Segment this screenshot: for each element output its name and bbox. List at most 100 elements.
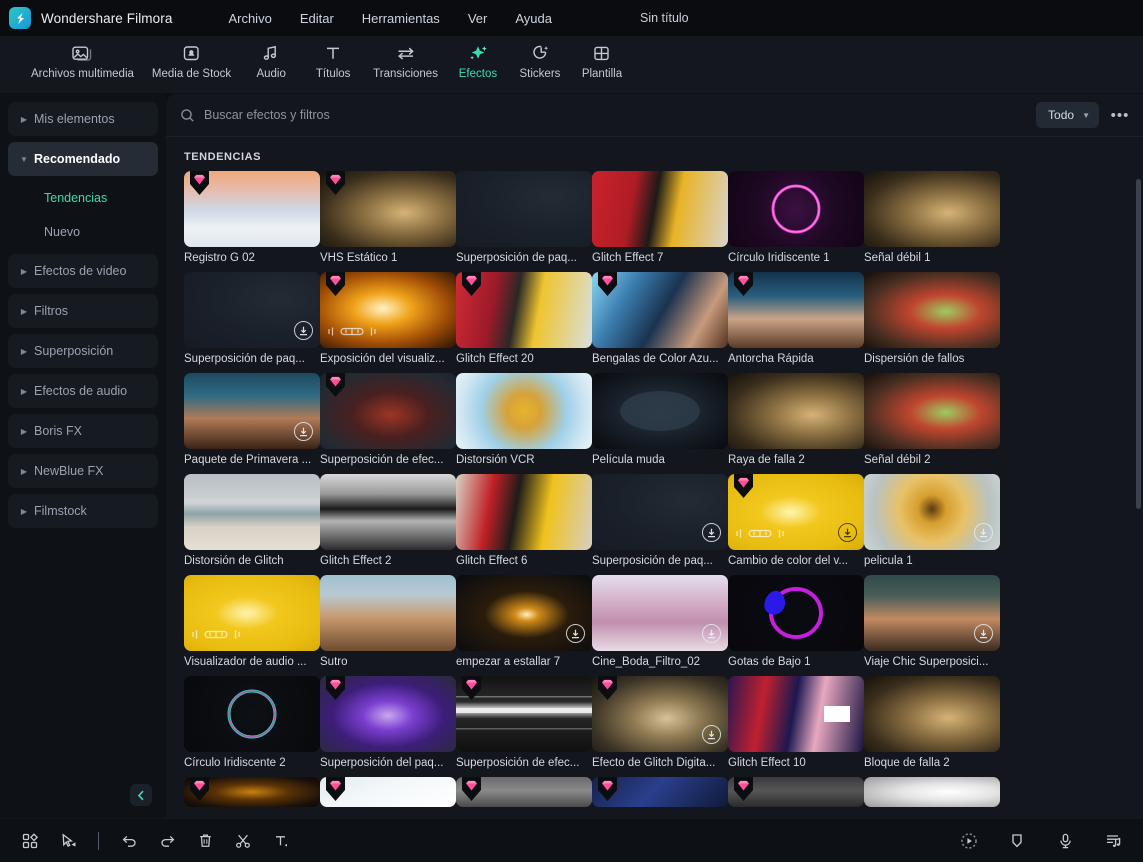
- effect-thumbnail[interactable]: [184, 373, 320, 449]
- effect-card[interactable]: Bloque de falla 2: [864, 676, 1000, 769]
- effect-thumbnail[interactable]: [184, 171, 320, 247]
- effect-card[interactable]: Película muda: [592, 373, 728, 466]
- effect-thumbnail[interactable]: [320, 171, 456, 247]
- effect-thumbnail[interactable]: [456, 171, 592, 247]
- effect-thumbnail[interactable]: [728, 272, 864, 348]
- sidebar-collapse-button[interactable]: [130, 784, 152, 806]
- effect-thumbnail[interactable]: [456, 777, 592, 807]
- effect-thumbnail[interactable]: [728, 676, 864, 752]
- microphone-button[interactable]: [1049, 826, 1081, 856]
- sidebar-item-recomendado[interactable]: ▼ Recomendado: [8, 142, 158, 176]
- effect-card[interactable]: Viaje Chic Superposici...: [864, 575, 1000, 668]
- sidebar-item-nuevo[interactable]: Nuevo: [8, 216, 158, 248]
- effect-thumbnail[interactable]: [592, 373, 728, 449]
- content-scrollbar[interactable]: [1136, 179, 1141, 814]
- layout-grid-button[interactable]: [14, 826, 46, 856]
- effect-thumbnail[interactable]: [184, 777, 320, 807]
- effect-thumbnail[interactable]: [320, 272, 456, 348]
- sidebar-item-newblue-fx[interactable]: ▶ NewBlue FX: [8, 454, 158, 488]
- effect-card[interactable]: Círculo Iridiscente 1: [728, 171, 864, 264]
- effect-thumbnail[interactable]: [728, 171, 864, 247]
- effect-card[interactable]: Superposición del paq...: [320, 676, 456, 769]
- marker-button[interactable]: [1001, 826, 1033, 856]
- menu-archivo[interactable]: Archivo: [214, 6, 285, 31]
- effect-thumbnail[interactable]: [728, 777, 864, 807]
- effect-thumbnail[interactable]: [728, 575, 864, 651]
- effect-thumbnail[interactable]: [456, 676, 592, 752]
- effect-card[interactable]: empezar a estallar 7: [456, 575, 592, 668]
- tab-media-de-stock[interactable]: Media de Stock: [143, 36, 240, 80]
- effect-card[interactable]: Visualizador de audio ...: [184, 575, 320, 668]
- effect-card[interactable]: Glitch Effect 7: [592, 171, 728, 264]
- effect-card[interactable]: Señal débil 2: [864, 373, 1000, 466]
- effects-scroll-area[interactable]: TENDENCIAS Registro G 02 VHS Estático 1 Su…: [166, 137, 1143, 818]
- effect-thumbnail[interactable]: [592, 474, 728, 550]
- search-input[interactable]: [200, 108, 1037, 122]
- menu-ver[interactable]: Ver: [454, 6, 502, 31]
- effect-card[interactable]: Cine_Boda_Filtro_02: [592, 575, 728, 668]
- sidebar-item-boris-fx[interactable]: ▶ Boris FX: [8, 414, 158, 448]
- delete-button[interactable]: [189, 826, 221, 856]
- effect-thumbnail[interactable]: [728, 373, 864, 449]
- sidebar-item-mis-elementos[interactable]: ▶ Mis elementos: [8, 102, 158, 136]
- effect-thumbnail[interactable]: [592, 676, 728, 752]
- effect-card[interactable]: Superposición de paq...: [456, 171, 592, 264]
- effect-thumbnail[interactable]: [456, 474, 592, 550]
- download-icon[interactable]: [974, 624, 993, 643]
- effect-card[interactable]: [592, 777, 728, 807]
- effect-card[interactable]: Glitch Effect 20: [456, 272, 592, 365]
- effect-thumbnail[interactable]: [320, 373, 456, 449]
- download-icon[interactable]: [838, 523, 857, 542]
- undo-button[interactable]: [113, 826, 145, 856]
- effect-card[interactable]: Gotas de Bajo 1: [728, 575, 864, 668]
- cut-button[interactable]: [227, 826, 259, 856]
- effect-card[interactable]: Paquete de Primavera ...: [184, 373, 320, 466]
- effect-card[interactable]: Distorsión VCR: [456, 373, 592, 466]
- effect-card[interactable]: Círculo Iridiscente 2: [184, 676, 320, 769]
- sidebar-item-filmstock[interactable]: ▶ Filmstock: [8, 494, 158, 528]
- effect-thumbnail[interactable]: [320, 474, 456, 550]
- tab-titulos[interactable]: Títulos: [302, 36, 364, 80]
- effect-card[interactable]: Sutro: [320, 575, 456, 668]
- effect-card[interactable]: [320, 777, 456, 807]
- effect-thumbnail[interactable]: [592, 575, 728, 651]
- effect-card[interactable]: [456, 777, 592, 807]
- effect-thumbnail[interactable]: [592, 171, 728, 247]
- effect-thumbnail[interactable]: [592, 272, 728, 348]
- effect-thumbnail[interactable]: [184, 474, 320, 550]
- effect-card[interactable]: [864, 777, 1000, 807]
- filter-dropdown[interactable]: Todo ▼: [1036, 102, 1099, 128]
- effect-thumbnail[interactable]: [864, 777, 1000, 807]
- scrollbar-thumb[interactable]: [1136, 179, 1141, 509]
- effect-thumbnail[interactable]: [728, 474, 864, 550]
- effect-thumbnail[interactable]: [864, 575, 1000, 651]
- effect-card[interactable]: [184, 777, 320, 807]
- effect-card[interactable]: Superposición de efec...: [456, 676, 592, 769]
- effect-thumbnail[interactable]: [184, 575, 320, 651]
- effect-card[interactable]: Señal débil 1: [864, 171, 1000, 264]
- download-icon[interactable]: [294, 422, 313, 441]
- effect-thumbnail[interactable]: [456, 373, 592, 449]
- effect-card[interactable]: Dispersión de fallos: [864, 272, 1000, 365]
- effect-card[interactable]: Antorcha Rápida: [728, 272, 864, 365]
- effect-thumbnail[interactable]: [184, 676, 320, 752]
- download-icon[interactable]: [702, 523, 721, 542]
- effect-thumbnail[interactable]: [864, 272, 1000, 348]
- tab-archivos-multimedia[interactable]: Archivos multimedia: [22, 36, 143, 80]
- menu-herramientas[interactable]: Herramientas: [348, 6, 454, 31]
- audio-mixer-button[interactable]: [1097, 826, 1129, 856]
- effect-thumbnail[interactable]: [864, 676, 1000, 752]
- tab-plantilla[interactable]: Plantilla: [571, 36, 633, 80]
- effect-card[interactable]: Raya de falla 2: [728, 373, 864, 466]
- effect-card[interactable]: Glitch Effect 2: [320, 474, 456, 567]
- effect-card[interactable]: Superposición de paq...: [592, 474, 728, 567]
- effect-card[interactable]: Cambio de color del v...: [728, 474, 864, 567]
- select-cursor-button[interactable]: [52, 826, 84, 856]
- effect-card[interactable]: Glitch Effect 10: [728, 676, 864, 769]
- effect-card[interactable]: VHS Estático 1: [320, 171, 456, 264]
- sidebar-item-tendencias[interactable]: Tendencias: [8, 182, 158, 214]
- tab-efectos[interactable]: Efectos: [447, 36, 509, 80]
- effect-card[interactable]: Distorsión de Glitch: [184, 474, 320, 567]
- effect-card[interactable]: pelicula 1: [864, 474, 1000, 567]
- effect-card[interactable]: Superposición de efec...: [320, 373, 456, 466]
